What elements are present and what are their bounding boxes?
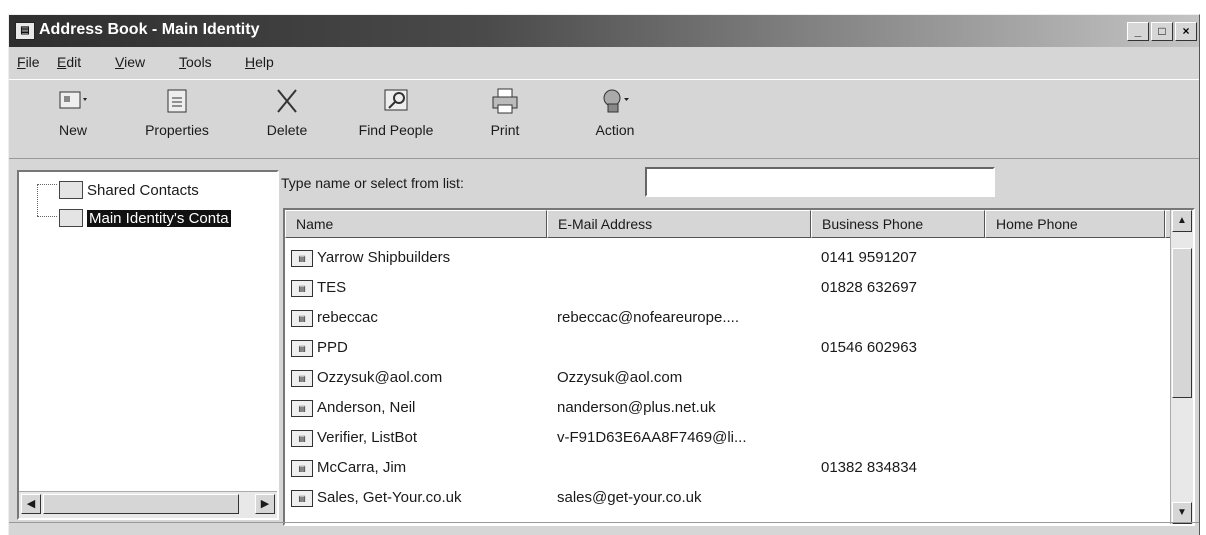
contact-card-icon: ▤ <box>291 250 313 267</box>
contact-row[interactable]: ▤ Anderson, Neil nanderson@plus.net.uk <box>285 394 1173 424</box>
contact-card-icon: ▤ <box>291 400 313 417</box>
contact-card-icon: ▤ <box>291 490 313 507</box>
scroll-down-icon[interactable]: ▼ <box>1172 502 1192 524</box>
action-icon <box>603 89 629 113</box>
menu-bar: File Edit View Tools Help <box>9 51 1199 75</box>
scroll-thumb[interactable] <box>43 494 239 514</box>
search-input[interactable] <box>645 167 995 197</box>
contact-name: PPD <box>317 339 348 356</box>
contact-card-icon: ▤ <box>291 460 313 477</box>
contact-name: Verifier, ListBot <box>317 429 418 446</box>
contact-name: Yarrow Shipbuilders <box>317 249 451 266</box>
contact-email: rebeccac@nofeareurope.... <box>557 309 739 326</box>
contact-row[interactable]: ▤ rebeccac rebeccac@nofeareurope.... <box>285 304 1173 334</box>
scroll-up-icon[interactable]: ▲ <box>1172 210 1192 232</box>
tree-item-main-identity[interactable]: Main Identity's Conta <box>59 206 231 230</box>
contact-name: rebeccac <box>317 309 378 326</box>
contact-name: TES <box>317 279 347 296</box>
find-people-button[interactable]: Find People <box>343 86 449 138</box>
contact-card-icon: ▤ <box>291 370 313 387</box>
tree-line <box>37 184 38 216</box>
contact-email: sales@get-your.co.uk <box>557 489 702 506</box>
address-book-window: ▤ Address Book - Main Identity _ □ × Fil… <box>8 14 1200 535</box>
tree-line <box>37 184 57 185</box>
new-contact-icon <box>59 91 87 109</box>
scroll-left-icon[interactable]: ◀ <box>21 494 41 514</box>
contact-name: Sales, Get-Your.co.uk <box>317 489 462 506</box>
delete-icon <box>277 89 297 113</box>
menu-tools[interactable]: Tools <box>179 54 212 70</box>
scroll-right-icon[interactable]: ▶ <box>255 494 275 514</box>
toolbar: New Properties Delete Find People Print <box>9 79 1199 159</box>
action-button[interactable]: Action <box>583 86 647 138</box>
column-name[interactable]: Name <box>285 210 547 238</box>
menu-view[interactable]: View <box>115 54 145 70</box>
menu-help[interactable]: Help <box>245 54 274 70</box>
status-bar <box>9 522 1199 535</box>
menu-file[interactable]: File <box>17 54 40 70</box>
contact-row[interactable]: ▤ McCarra, Jim 01382 834834 <box>285 454 1173 484</box>
contact-name: Anderson, Neil <box>317 399 416 416</box>
column-email[interactable]: E-Mail Address <box>547 210 811 238</box>
tree-line <box>37 216 57 217</box>
contact-business-phone: 01546 602963 <box>821 339 917 356</box>
contact-business-phone: 0141 9591207 <box>821 249 917 266</box>
contact-email: nanderson@plus.net.uk <box>557 399 716 416</box>
contact-row[interactable]: ▤ PPD 01546 602963 <box>285 334 1173 364</box>
contact-name: Ozzysuk@aol.com <box>317 369 443 386</box>
tree-item-shared-contacts[interactable]: Shared Contacts <box>59 178 199 202</box>
delete-button[interactable]: Delete <box>255 86 319 138</box>
address-book-icon: ▤ <box>15 22 35 40</box>
title-bar[interactable]: ▤ Address Book - Main Identity _ □ × <box>9 15 1199 47</box>
list-vertical-scrollbar[interactable]: ▲ ▼ <box>1170 210 1193 524</box>
contact-business-phone: 01382 834834 <box>821 459 917 476</box>
search-label: Type name or select from list: <box>281 175 464 191</box>
contact-card-icon: ▤ <box>291 340 313 357</box>
menu-edit[interactable]: Edit <box>57 54 81 70</box>
contact-row[interactable]: ▤ Yarrow Shipbuilders 0141 9591207 <box>285 244 1173 274</box>
folder-tree[interactable]: Shared Contacts Main Identity's Conta ◀ … <box>17 170 279 520</box>
contact-card-icon: ▤ <box>291 280 313 297</box>
properties-icon <box>167 89 187 113</box>
contact-card-icon: ▤ <box>291 430 313 447</box>
contact-card-icon: ▤ <box>291 310 313 327</box>
close-button[interactable]: × <box>1175 22 1197 41</box>
minimize-button[interactable]: _ <box>1127 22 1149 41</box>
find-people-icon <box>384 89 408 111</box>
tree-horizontal-scrollbar[interactable]: ◀ ▶ <box>19 491 277 518</box>
folder-icon <box>59 209 83 227</box>
shared-folder-icon <box>59 181 83 199</box>
new-button[interactable]: New <box>45 86 101 138</box>
window-title: Address Book - Main Identity <box>39 21 260 38</box>
contact-email: v-F91D63E6AA8F7469@li... <box>557 429 747 446</box>
print-button[interactable]: Print <box>477 86 533 138</box>
properties-button[interactable]: Properties <box>127 86 227 138</box>
contact-row[interactable]: ▤ Verifier, ListBot v-F91D63E6AA8F7469@li.… <box>285 424 1173 454</box>
contact-email: Ozzysuk@aol.com <box>557 369 683 386</box>
list-header: Name E-Mail Address Business Phone Home … <box>285 210 1173 238</box>
contact-business-phone: 01828 632697 <box>821 279 917 296</box>
contact-row[interactable]: ▤ Sales, Get-Your.co.uk sales@get-your.co.… <box>285 484 1173 514</box>
printer-icon <box>492 88 518 114</box>
maximize-button[interactable]: □ <box>1151 22 1173 41</box>
contacts-list[interactable]: Name E-Mail Address Business Phone Home … <box>283 208 1195 526</box>
scroll-thumb[interactable] <box>1172 248 1192 398</box>
column-home-phone[interactable]: Home Phone <box>985 210 1165 238</box>
contact-row[interactable]: ▤ TES 01828 632697 <box>285 274 1173 304</box>
contact-name: McCarra, Jim <box>317 459 407 476</box>
contact-row[interactable]: ▤ Ozzysuk@aol.com Ozzysuk@aol.com <box>285 364 1173 394</box>
column-business-phone[interactable]: Business Phone <box>811 210 985 238</box>
